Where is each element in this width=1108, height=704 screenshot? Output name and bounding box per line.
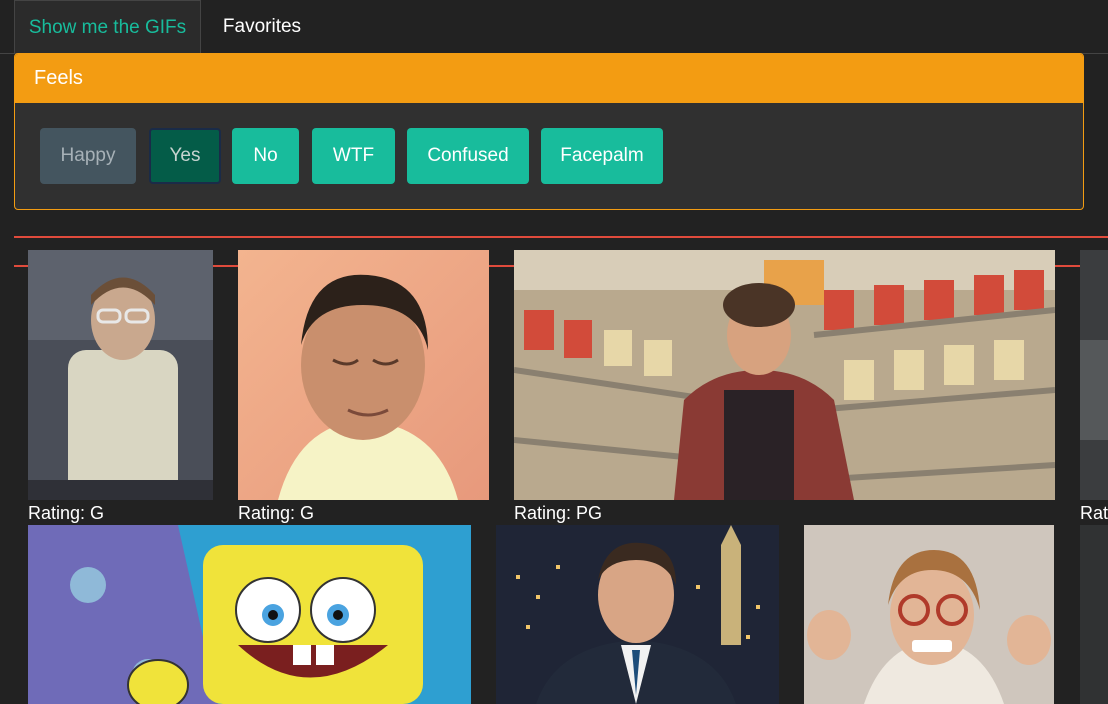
gif-rating: Rating: G bbox=[238, 503, 315, 523]
confused-button[interactable]: Confused bbox=[407, 128, 529, 184]
tab-favorites[interactable]: Favorites bbox=[222, 0, 302, 53]
no-button[interactable]: No bbox=[232, 128, 299, 184]
feels-panel: Feels Happy Yes No WTF Confused Facepalm bbox=[14, 53, 1084, 210]
wtf-button[interactable]: WTF bbox=[312, 128, 395, 184]
excited-woman-gif[interactable] bbox=[804, 525, 1054, 704]
happy-button[interactable]: Happy bbox=[40, 128, 136, 184]
panel-title: Feels bbox=[15, 54, 1083, 103]
grocery-store-man-gif[interactable] bbox=[514, 250, 1055, 500]
man-looking-down-gif[interactable] bbox=[238, 250, 489, 500]
tab-show-me-the-gifs[interactable]: Show me the GIFs bbox=[14, 0, 201, 53]
divider bbox=[14, 236, 1108, 238]
man-with-glasses-gif[interactable] bbox=[28, 250, 213, 500]
cropped-gif[interactable] bbox=[1080, 250, 1108, 500]
facepalm-button[interactable]: Facepalm bbox=[541, 128, 663, 184]
cropped-gif[interactable] bbox=[1080, 525, 1108, 704]
gif-rating: Rating: PG bbox=[514, 503, 603, 523]
tab-bar: Show me the GIFs Favorites bbox=[0, 0, 1108, 54]
spongebob-gif[interactable] bbox=[28, 525, 471, 704]
gif-rating: Rat bbox=[1080, 503, 1108, 523]
late-night-host-gif[interactable] bbox=[496, 525, 779, 704]
gif-rating: Rating: G bbox=[28, 503, 105, 523]
yes-button[interactable]: Yes bbox=[149, 128, 221, 184]
